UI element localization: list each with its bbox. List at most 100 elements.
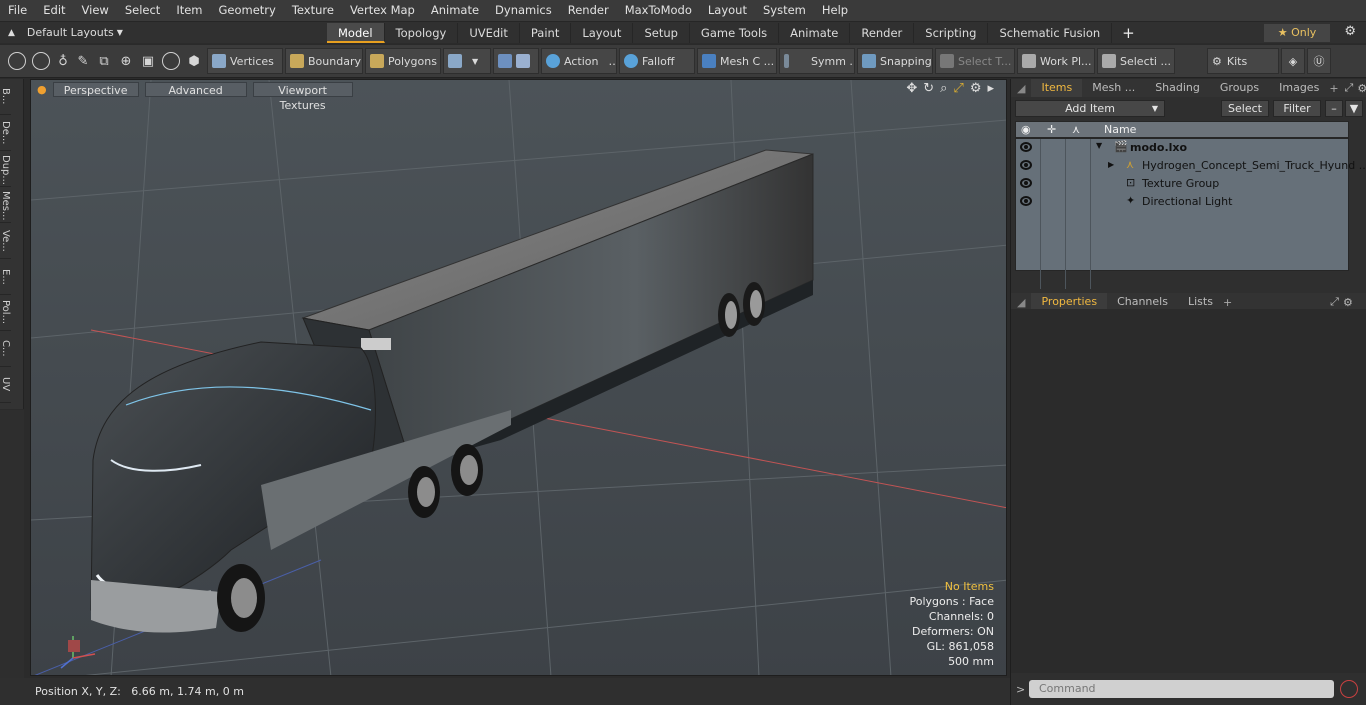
eye-icon[interactable]	[1020, 196, 1032, 206]
filter-button[interactable]: Filter	[1273, 100, 1321, 117]
mirror-icon[interactable]: ⧉	[93, 54, 115, 69]
snapping-button[interactable]: Snapping	[857, 48, 933, 74]
strip-tab-duplicate[interactable]: Dup...	[0, 151, 11, 187]
menu-vertex-map[interactable]: Vertex Map	[342, 0, 423, 21]
zoom-icon[interactable]: ⌕	[940, 81, 947, 96]
collapse-icon[interactable]: –	[1325, 100, 1343, 117]
globe-icon[interactable]	[32, 52, 50, 70]
tab-setup[interactable]: Setup	[633, 22, 690, 43]
list-item[interactable]: ✦ Directional Light	[1016, 193, 1350, 211]
brush-icon[interactable]: ✎	[73, 54, 93, 69]
expand-arrow-icon[interactable]: ▶	[1108, 160, 1114, 169]
menu-help[interactable]: Help	[814, 0, 856, 21]
square-icon[interactable]: ▣	[137, 54, 159, 69]
perspective-button[interactable]: Perspective	[52, 81, 139, 97]
add-panel-tab-icon[interactable]: +	[1329, 82, 1338, 95]
tab-schematic-fusion[interactable]: Schematic Fusion	[988, 22, 1113, 43]
expand-arrow-icon[interactable]: ▼	[1096, 141, 1102, 150]
tab-shading[interactable]: Shading	[1145, 79, 1210, 97]
rotate-icon[interactable]: ↻	[923, 81, 934, 96]
add-item-button[interactable]: Add Item ▼	[1015, 100, 1165, 117]
tab-scripting[interactable]: Scripting	[914, 22, 989, 43]
add-panel-tab-icon[interactable]: +	[1223, 296, 1232, 309]
boundary-button[interactable]: Boundary	[285, 48, 363, 74]
tab-model[interactable]: Model	[327, 22, 385, 43]
mesh-constraint-button[interactable]: Mesh C ...	[697, 48, 777, 74]
menu-dynamics[interactable]: Dynamics	[487, 0, 560, 21]
menu-texture[interactable]: Texture	[284, 0, 342, 21]
unreal-button[interactable]: Ⓤ	[1307, 48, 1331, 74]
strip-tab-vertex[interactable]: Ve...	[0, 223, 11, 259]
action-button[interactable]: Action…	[541, 48, 617, 74]
3d-viewport[interactable]: ● Perspective Advanced Viewport Textures…	[30, 79, 1007, 676]
pen-icon[interactable]: ♁	[53, 54, 73, 69]
symmetry-button[interactable]: Symm ...	[779, 48, 855, 74]
list-item[interactable]: ▼ 🎬 modo.lxo	[1016, 139, 1350, 157]
tab-mesh[interactable]: Mesh ...	[1082, 79, 1145, 97]
work-plane-button[interactable]: Work Pl...	[1017, 48, 1095, 74]
menu-maxtomodo[interactable]: MaxToModo	[617, 0, 700, 21]
strip-tab-basic[interactable]: B...	[0, 79, 11, 115]
selection-sets-button[interactable]: Selecti ...	[1097, 48, 1175, 74]
tab-items[interactable]: Items	[1031, 79, 1083, 97]
item-mode-button[interactable]: ▼	[443, 48, 491, 74]
gear-icon[interactable]: ⚙	[1344, 24, 1356, 39]
tab-layout[interactable]: Layout	[571, 22, 634, 43]
menu-geometry[interactable]: Geometry	[211, 0, 284, 21]
default-layouts-dropdown[interactable]: ▲ Default Layouts ▼	[0, 26, 160, 39]
list-item[interactable]: ▶ ⋏ Hydrogen_Concept_Semi_Truck_Hyund ..…	[1016, 157, 1366, 175]
fit-icon[interactable]: ⤢	[953, 81, 963, 96]
menu-animate[interactable]: Animate	[423, 0, 487, 21]
settings-icon[interactable]: ⚙	[970, 81, 982, 96]
eye-icon[interactable]	[1020, 142, 1032, 152]
add-tab-icon[interactable]: +	[1112, 24, 1145, 42]
strip-tab-deform[interactable]: De...	[0, 115, 11, 151]
unity-button[interactable]: ◈	[1281, 48, 1305, 74]
only-toggle[interactable]: ★ Only	[1264, 24, 1330, 42]
name-column-header[interactable]: Name	[1104, 123, 1136, 136]
menu-file[interactable]: File	[0, 0, 35, 21]
panel-gear-icon[interactable]: ⚙	[1343, 296, 1353, 309]
tab-render[interactable]: Render	[850, 22, 915, 43]
kits-button[interactable]: ⚙ Kits	[1207, 48, 1279, 74]
select-button[interactable]: Select	[1221, 100, 1269, 117]
strip-tab-curve[interactable]: C...	[0, 331, 11, 367]
menu-view[interactable]: View	[74, 0, 117, 21]
funnel-icon[interactable]: ▼	[1345, 100, 1363, 117]
tab-images[interactable]: Images	[1269, 79, 1329, 97]
center-icon[interactable]: ⊕	[115, 54, 137, 69]
menu-system[interactable]: System	[755, 0, 814, 21]
strip-tab-uv[interactable]: UV	[0, 367, 11, 403]
tab-paint[interactable]: Paint	[520, 22, 572, 43]
expand-icon[interactable]: ⤢	[1330, 295, 1339, 309]
viewport-textures-button[interactable]: Viewport Textures	[252, 81, 353, 112]
eye-icon[interactable]	[1020, 178, 1032, 188]
menu-edit[interactable]: Edit	[35, 0, 73, 21]
list-item[interactable]: ⊡ Texture Group	[1016, 175, 1350, 193]
tab-animate[interactable]: Animate	[779, 22, 851, 43]
advanced-button[interactable]: Advanced	[144, 81, 247, 97]
record-icon[interactable]	[1340, 680, 1358, 698]
select-through-button[interactable]: Select T...	[935, 48, 1015, 74]
move-icon[interactable]: ✥	[906, 81, 917, 96]
falloff-button[interactable]: Falloff	[619, 48, 695, 74]
panel-gear-icon[interactable]: ⚙	[1357, 82, 1366, 95]
strip-tab-polygon[interactable]: Pol...	[0, 295, 11, 331]
play-arrow-icon[interactable]: ▸	[987, 81, 994, 96]
tab-topology[interactable]: Topology	[385, 22, 459, 43]
tab-game-tools[interactable]: Game Tools	[690, 22, 780, 43]
eye-icon[interactable]	[1020, 160, 1032, 170]
menu-select[interactable]: Select	[117, 0, 168, 21]
circle-select-icon[interactable]	[8, 52, 26, 70]
shield-icon[interactable]: ⬢	[183, 54, 205, 69]
expand-icon[interactable]: ⤢	[1345, 81, 1354, 95]
material-button[interactable]	[493, 48, 539, 74]
menu-layout[interactable]: Layout	[700, 0, 755, 21]
menu-render[interactable]: Render	[560, 0, 617, 21]
vertices-button[interactable]: Vertices	[207, 48, 283, 74]
tab-groups[interactable]: Groups	[1210, 79, 1269, 97]
strip-tab-edge[interactable]: E...	[0, 259, 11, 295]
strip-tab-mesh-edit[interactable]: Mes...	[0, 187, 11, 223]
dial-icon[interactable]	[162, 52, 180, 70]
tab-uvedit[interactable]: UVEdit	[458, 22, 520, 43]
